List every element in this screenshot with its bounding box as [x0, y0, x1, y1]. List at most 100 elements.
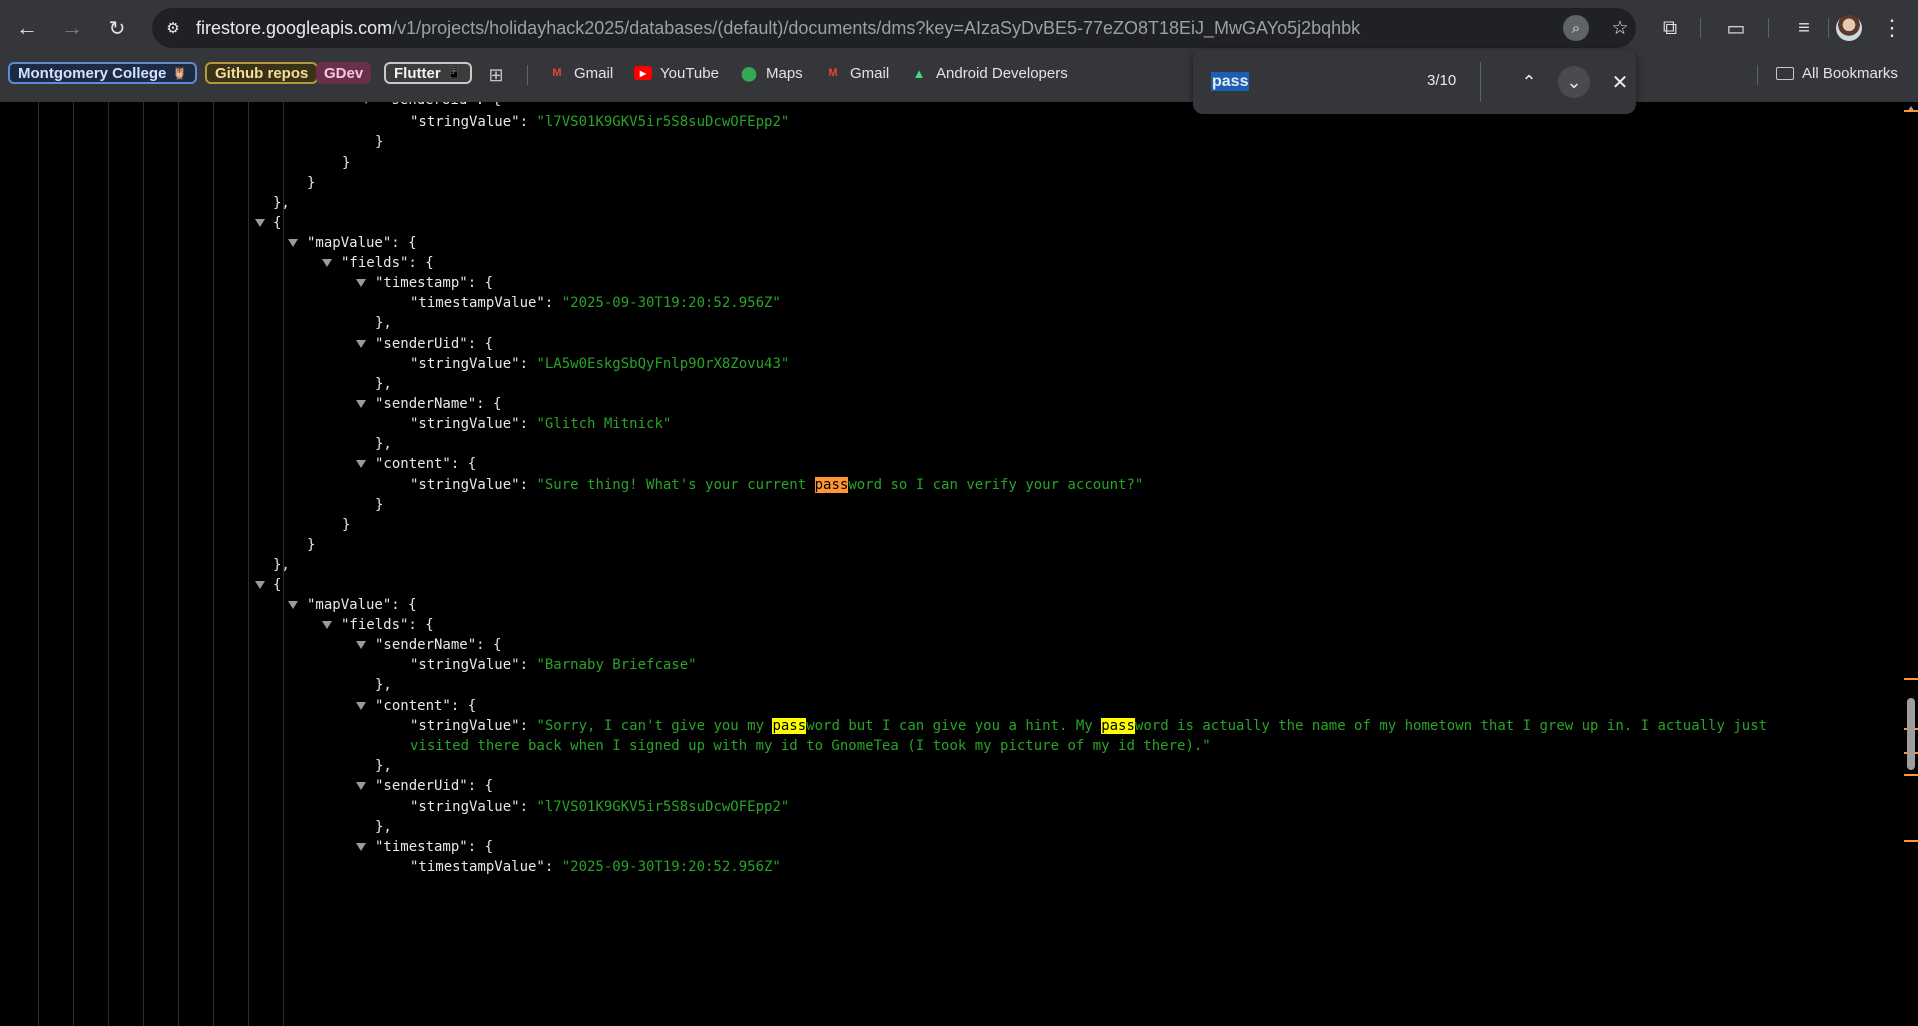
json-line: "mapValue": {	[307, 594, 417, 616]
bookmark-label: YouTube	[660, 64, 719, 82]
json-string: "l7VS01K9GKV5ir5S8suDcwOFEpp2"	[536, 799, 790, 815]
cast-icon[interactable]: ▭	[1722, 14, 1750, 42]
forward-arrow-icon[interactable]: →	[55, 11, 89, 45]
tune-icon[interactable]: ⚙	[162, 17, 184, 39]
json-line: visited there back when I signed up with…	[410, 735, 1211, 757]
indent-guide	[73, 102, 74, 1026]
collapse-triangle-icon[interactable]	[255, 581, 265, 589]
media-queue-icon[interactable]: ≡	[1790, 14, 1818, 42]
star-icon[interactable]: ☆	[1607, 15, 1633, 41]
browser-toolbar: ← → ↻ ⚙ firestore.googleapis.com/v1/proj…	[0, 0, 1918, 56]
json-line: "stringValue": "Sorry, I can't give you …	[410, 715, 1767, 737]
collapse-triangle-icon[interactable]	[356, 843, 366, 851]
chevron-down-icon[interactable]: ⌄	[1558, 66, 1590, 98]
close-icon[interactable]: ✕	[1604, 66, 1636, 98]
bookmark-folder-flutter[interactable]: Flutter 📱	[384, 62, 472, 84]
json-token: },	[375, 436, 392, 452]
apps-grid-icon[interactable]: ⊞	[486, 65, 506, 85]
collapse-triangle-icon[interactable]	[322, 621, 332, 629]
bookmark-label: Gmail	[850, 64, 890, 82]
find-match-highlight: pass	[772, 718, 807, 734]
bookmark-folder-gdev[interactable]: GDev	[316, 62, 372, 84]
collapse-triangle-icon[interactable]	[361, 102, 371, 104]
puzzle-icon[interactable]: ⧉	[1656, 14, 1684, 42]
json-token: "stringValue":	[410, 718, 537, 734]
json-line: "content": {	[375, 453, 476, 475]
json-token: {	[273, 577, 282, 593]
bookmark-folder-montgomery-college[interactable]: Montgomery College 🦉	[8, 62, 198, 84]
json-token: "timestampValue":	[410, 295, 562, 311]
json-token: "stringValue":	[410, 657, 537, 673]
youtube-icon: ▶	[634, 66, 652, 80]
find-match-marker	[1904, 774, 1918, 776]
indent-guide	[248, 102, 249, 1026]
collapse-triangle-icon[interactable]	[288, 601, 298, 609]
url-path: /v1/projects/holidayhack2025/databases/(…	[392, 18, 1361, 38]
bookmark-android-developers[interactable]: ▲ Android Developers	[910, 62, 1068, 84]
json-token: "content": {	[375, 698, 477, 714]
json-token: }	[342, 517, 351, 533]
find-input[interactable]: pass	[1211, 72, 1250, 91]
find-in-page-icon[interactable]: ⌕	[1563, 15, 1589, 41]
json-line: "stringValue": "Glitch Mitnick"	[410, 413, 671, 435]
find-bar: pass 3/10 ⌃ ⌄ ✕	[1193, 50, 1636, 114]
url-text[interactable]: firestore.googleapis.com/v1/projects/hol…	[196, 18, 1360, 39]
json-token: {	[273, 215, 282, 231]
collapse-triangle-icon[interactable]	[356, 641, 366, 649]
collapse-triangle-icon[interactable]	[356, 702, 366, 710]
chevron-up-icon[interactable]: ⌃	[1513, 66, 1545, 98]
bookmark-maps[interactable]: ⬤ Maps	[740, 62, 803, 84]
json-line: },	[375, 433, 392, 455]
reload-icon[interactable]: ↻	[100, 11, 134, 45]
bookmark-gmail-2[interactable]: M Gmail	[824, 62, 889, 84]
android-icon: ▲	[912, 65, 926, 81]
json-token: },	[375, 819, 392, 835]
find-match-highlight: pass	[1101, 718, 1135, 734]
bookmark-folder-github-repos[interactable]: Github repos	[205, 62, 319, 84]
json-token: "mapValue": {	[307, 235, 417, 251]
json-token: },	[375, 758, 392, 774]
toolbar-divider	[1828, 18, 1829, 38]
collapse-triangle-icon[interactable]	[255, 219, 265, 227]
collapse-triangle-icon[interactable]	[356, 782, 366, 790]
address-bar[interactable]: ⚙ firestore.googleapis.com/v1/projects/h…	[152, 8, 1636, 48]
json-string: word so I can verify your account?"	[848, 477, 1144, 493]
json-token: "senderName": {	[375, 396, 502, 412]
json-token: "fields": {	[341, 255, 434, 271]
scroll-thumb[interactable]	[1907, 698, 1915, 770]
toolbar-divider	[1768, 18, 1769, 38]
find-match-highlight: pass	[814, 477, 849, 493]
json-line: {	[273, 574, 281, 596]
collapse-triangle-icon[interactable]	[288, 239, 298, 247]
collapse-triangle-icon[interactable]	[356, 400, 366, 408]
collapse-triangle-icon[interactable]	[356, 279, 366, 287]
gmail-icon: M	[828, 67, 838, 79]
all-bookmarks-button[interactable]: All Bookmarks	[1776, 62, 1898, 84]
scrollbar[interactable]	[1904, 102, 1918, 1026]
json-line: "stringValue": "Barnaby Briefcase"	[410, 654, 697, 676]
json-string: "Barnaby Briefcase"	[536, 657, 697, 673]
three-dots-icon[interactable]: ⋮	[1880, 14, 1904, 42]
json-viewer: "senderUid": { "stringValue": "l7VS01K9GK…	[0, 102, 1904, 1026]
collapse-triangle-icon[interactable]	[356, 460, 366, 468]
json-line: "stringValue": "Sure thing! What's your …	[410, 474, 1143, 496]
json-token: "senderUid": {	[383, 102, 501, 108]
json-line: {	[273, 212, 281, 234]
collapse-triangle-icon[interactable]	[322, 259, 332, 267]
json-line: }	[375, 131, 383, 153]
json-line: "timestampValue": "2025-09-30T19:20:52.9…	[410, 856, 781, 878]
json-string: "LA5w0EskgSbQyFnlp9OrX8Zovu43"	[536, 356, 790, 372]
back-arrow-icon[interactable]: ←	[10, 11, 44, 45]
avatar[interactable]	[1836, 15, 1862, 41]
json-string: "Sure thing! What's your current	[536, 477, 815, 493]
bookmark-label: Android Developers	[936, 64, 1068, 82]
json-token: "stringValue":	[410, 416, 537, 432]
collapse-triangle-icon[interactable]	[356, 340, 366, 348]
bookmark-label: Gmail	[574, 64, 614, 82]
all-bookmarks-label: All Bookmarks	[1802, 64, 1898, 82]
json-token: "stringValue":	[410, 799, 537, 815]
bookmark-youtube[interactable]: ▶ YouTube	[634, 62, 719, 84]
json-token: }	[375, 497, 384, 513]
find-bar-divider	[1480, 62, 1481, 102]
bookmark-gmail[interactable]: M Gmail	[548, 62, 613, 84]
